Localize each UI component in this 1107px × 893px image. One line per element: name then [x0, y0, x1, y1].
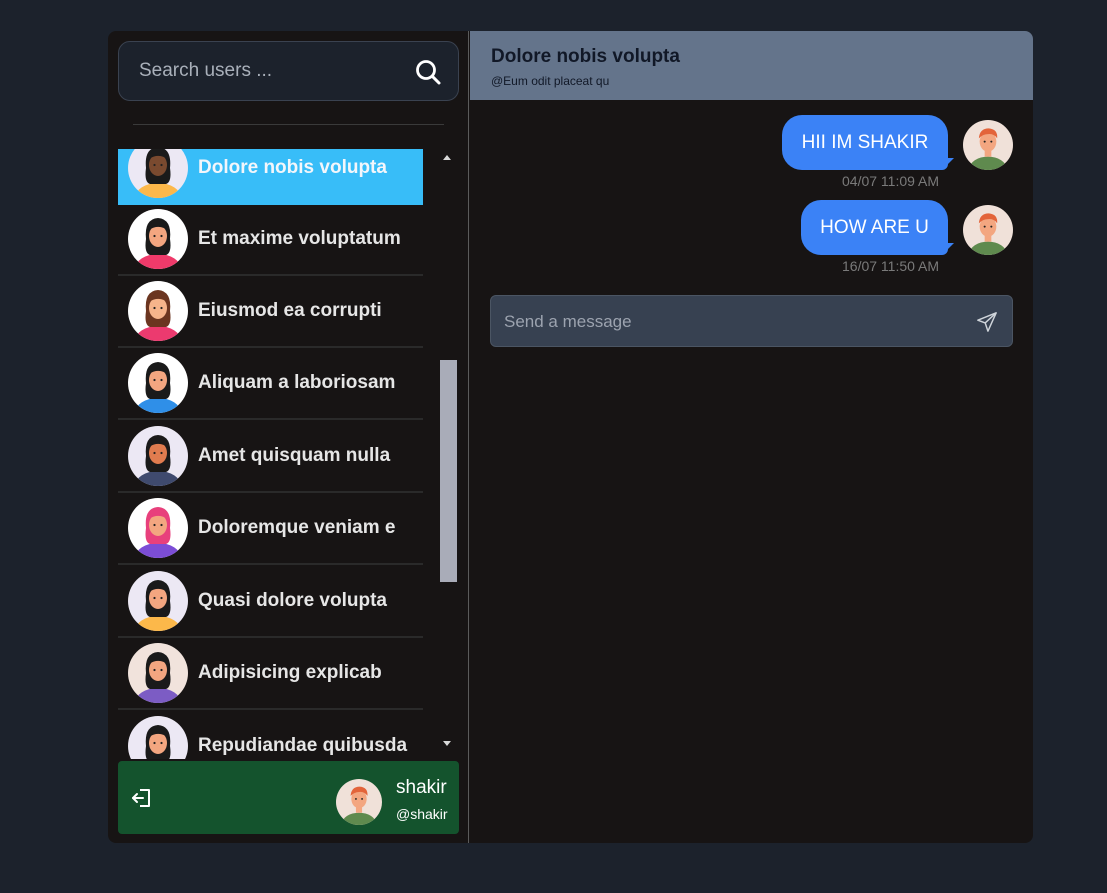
user-avatar: [128, 281, 188, 341]
user-list-item[interactable]: Adipisicing explicab: [118, 638, 423, 710]
user-name: Amet quisquam nulla: [198, 445, 391, 466]
message-tail: [942, 158, 954, 170]
user-list-item[interactable]: Repudiandae quibusda: [118, 711, 423, 759]
message-avatar: [963, 120, 1013, 170]
search-icon[interactable]: [414, 58, 442, 86]
user-list-item[interactable]: Aliquam a laboriosam: [118, 348, 423, 420]
message-tail: [942, 243, 954, 255]
profile-bar: shakir @shakir: [118, 761, 459, 834]
profile-avatar[interactable]: [336, 779, 382, 825]
message-time: 16/07 11:50 AM: [842, 258, 940, 274]
user-name: Repudiandae quibusda: [198, 735, 408, 756]
chat-panel: Dolore nobis volupta @Eum odit placeat q…: [470, 31, 1033, 843]
profile-name: shakir: [396, 777, 447, 798]
profile-handle: @shakir: [396, 806, 448, 822]
user-name: Doloremque veniam e: [198, 517, 396, 538]
scroll-up-arrow[interactable]: [443, 155, 451, 160]
search-box: [118, 41, 459, 101]
user-list-item[interactable]: Doloremque veniam e: [118, 493, 423, 565]
message-bubble: HOW ARE U: [801, 200, 948, 255]
user-list-item[interactable]: Quasi dolore volupta: [118, 566, 423, 638]
message-avatar: [963, 205, 1013, 255]
user-name: Aliquam a laboriosam: [198, 372, 396, 393]
sidebar: Dolore nobis volupta Et maxime voluptatum…: [108, 31, 469, 843]
user-name: Eiusmod ea corrupti: [198, 300, 382, 321]
user-list-item[interactable]: Et maxime voluptatum: [118, 204, 423, 276]
search-input[interactable]: [139, 59, 399, 83]
user-list-item[interactable]: Amet quisquam nulla: [118, 421, 423, 493]
user-name: Dolore nobis volupta: [198, 157, 387, 178]
user-avatar: [128, 571, 188, 631]
scroll-down-arrow[interactable]: [443, 741, 451, 746]
divider: [133, 124, 444, 125]
message-composer: [490, 295, 1013, 347]
user-avatar: [128, 353, 188, 413]
message-time: 04/07 11:09 AM: [842, 173, 940, 189]
user-avatar: [128, 149, 188, 198]
send-icon[interactable]: [976, 311, 998, 333]
user-avatar: [128, 643, 188, 703]
message-input[interactable]: [504, 311, 944, 333]
user-list: Dolore nobis volupta Et maxime voluptatum…: [118, 149, 423, 759]
user-list-item[interactable]: Eiusmod ea corrupti: [118, 276, 423, 348]
scrollbar-thumb[interactable]: [440, 360, 457, 582]
user-avatar: [128, 426, 188, 486]
user-name: Adipisicing explicab: [198, 662, 382, 683]
chat-header: Dolore nobis volupta @Eum odit placeat q…: [470, 31, 1033, 100]
user-name: Quasi dolore volupta: [198, 590, 387, 611]
user-avatar: [128, 498, 188, 558]
user-avatar: [128, 716, 188, 759]
chat-app: Dolore nobis volupta Et maxime voluptatum…: [108, 31, 1033, 843]
chat-subtitle: @Eum odit placeat qu: [491, 74, 610, 88]
user-name: Et maxime voluptatum: [198, 228, 401, 249]
user-list-item[interactable]: Dolore nobis volupta: [118, 149, 423, 205]
message-bubble: HII IM SHAKIR: [782, 115, 948, 170]
user-avatar: [128, 209, 188, 269]
chat-title: Dolore nobis volupta: [491, 46, 680, 67]
logout-icon[interactable]: [130, 786, 154, 810]
